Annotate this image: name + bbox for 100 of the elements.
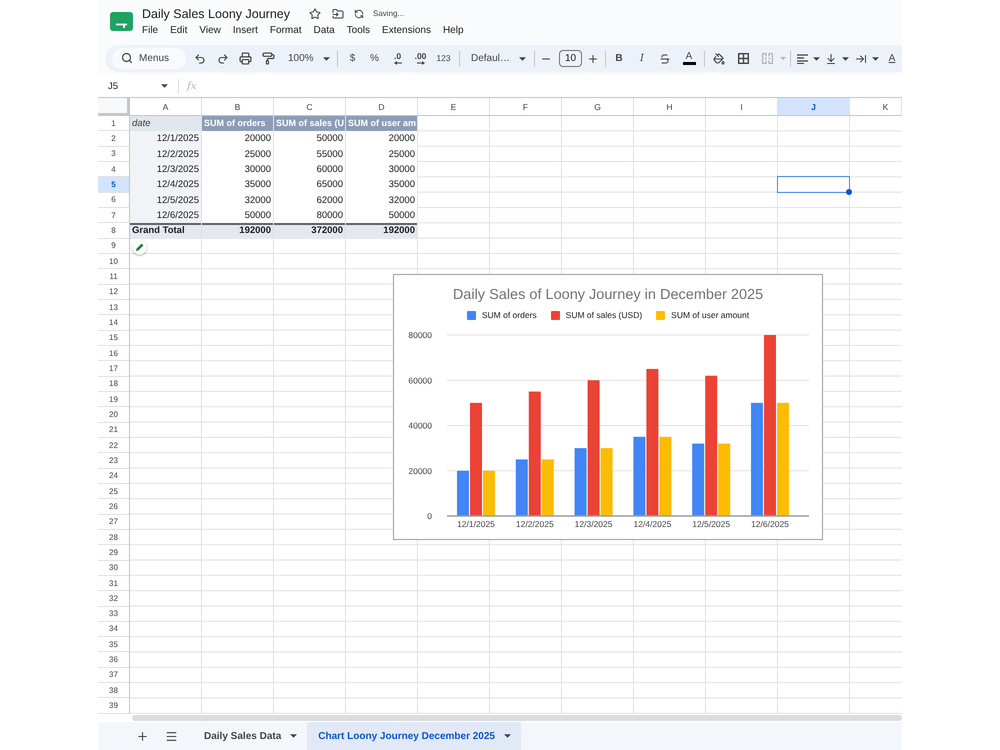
- caret-icon: [504, 734, 511, 738]
- caret-icon: [322, 56, 330, 60]
- row-header[interactable]: 18: [98, 376, 129, 392]
- menu-item[interactable]: Insert: [232, 25, 258, 36]
- caret-icon: [161, 84, 168, 88]
- menu-item[interactable]: View: [199, 25, 221, 36]
- paint-roller-icon[interactable]: [262, 52, 275, 65]
- menu-item[interactable]: Data: [314, 25, 335, 36]
- function-label: fx: [187, 80, 196, 92]
- table-header-cell: SUM of sales (U: [274, 116, 345, 132]
- x-axis-label: 12/3/2025: [574, 519, 613, 529]
- font-dropdown[interactable]: Defaul…: [463, 48, 528, 70]
- increase-decimal-button[interactable]: .00: [409, 48, 432, 70]
- printer-icon[interactable]: [239, 52, 252, 65]
- row-header[interactable]: 5: [98, 177, 129, 193]
- folder-icon[interactable]: [332, 8, 344, 20]
- table-header-cell: SUM of user am: [346, 116, 417, 132]
- table-cell: 20000: [202, 131, 273, 147]
- row-header[interactable]: 15: [98, 330, 129, 346]
- more-formats-button[interactable]: 123: [432, 48, 455, 70]
- column-header[interactable]: J: [778, 98, 850, 115]
- strikethrough-icon[interactable]: [659, 52, 671, 64]
- row-header[interactable]: 33: [98, 606, 129, 622]
- percent-format-button[interactable]: %: [363, 48, 386, 70]
- row-field-cell: date: [130, 116, 201, 132]
- row-header[interactable]: 21: [98, 422, 129, 438]
- redo-icon[interactable]: [216, 52, 228, 64]
- currency-format-button[interactable]: $: [342, 48, 363, 70]
- menu-item[interactable]: Help: [442, 25, 464, 36]
- y-axis-label: 80000: [408, 330, 432, 340]
- y-axis-label: 20000: [408, 466, 432, 476]
- caret-icon: [518, 56, 526, 60]
- table-cell: 25000: [202, 146, 273, 162]
- text-rotation-button[interactable]: A: [878, 48, 902, 70]
- total-cell: 192000: [202, 223, 273, 239]
- y-axis-label: 40000: [408, 420, 432, 430]
- table-cell: 20000: [346, 131, 417, 147]
- arrow-down-to-line-icon[interactable]: [825, 52, 837, 64]
- row-header[interactable]: 9: [98, 238, 129, 254]
- table-cell: 12/4/2025: [130, 177, 201, 193]
- add-icon[interactable]: [136, 730, 148, 742]
- chart-panel[interactable]: Daily Sales of Loony Journey in December 2025 SUM of orders SUM of sales (USD) SUM of user amount 0 20000 40000 60000 80000 12/1/2025 12/2/2025 12/3/2025 12/4/2025 12/5/2025 12/6/2025: [393, 274, 823, 540]
- row-header[interactable]: 3: [98, 146, 129, 162]
- legend-label: SUM of sales (USD): [566, 310, 642, 320]
- table-cell: 55000: [274, 146, 345, 162]
- y-axis-label: 60000: [408, 375, 432, 386]
- menu-search-field[interactable]: Menus: [112, 48, 186, 69]
- x-axis-label: 12/5/2025: [692, 519, 730, 529]
- spreadsheet-logo-icon[interactable]: [110, 12, 133, 31]
- table-cell: 65000: [274, 177, 345, 193]
- decrease-decimal-button[interactable]: .0: [386, 48, 409, 70]
- total-cell: Grand Total: [130, 223, 201, 239]
- table-cell: 12/2/2025: [130, 146, 201, 162]
- left-aligned-lines-icon[interactable]: [796, 54, 808, 64]
- sheet-tab[interactable]: Chart Loony Journey December 2025: [307, 722, 521, 750]
- table-header-cell: SUM of orders: [202, 116, 273, 132]
- left-arrow-icon: [394, 61, 402, 66]
- name-box-field[interactable]: J5: [104, 77, 174, 95]
- table-cell: 25000: [346, 146, 417, 162]
- table-cell: 32000: [202, 192, 273, 208]
- total-cell: 192000: [346, 223, 417, 239]
- italic-button[interactable]: I: [631, 48, 653, 70]
- caret-icon: [842, 56, 848, 60]
- row-header[interactable]: 6: [98, 192, 129, 208]
- document-title[interactable]: Daily Sales Loony Journey: [142, 6, 290, 20]
- star-icon[interactable]: [309, 8, 321, 20]
- font-size-field[interactable]: 10: [559, 50, 582, 67]
- table-cell: 35000: [346, 177, 417, 193]
- total-cell: 372000: [274, 223, 345, 239]
- table-cell: 35000: [202, 177, 273, 193]
- zoom-dropdown[interactable]: 100%: [280, 48, 332, 70]
- bold-button[interactable]: B: [607, 48, 631, 70]
- table-cell: 12/3/2025: [130, 162, 201, 178]
- text-color-button[interactable]: A: [677, 48, 701, 70]
- row-header[interactable]: 27: [98, 514, 129, 530]
- undo-icon[interactable]: [194, 52, 206, 64]
- row-header[interactable]: 24: [98, 468, 129, 484]
- right-arrow-icon: [416, 61, 424, 66]
- menu-item[interactable]: Extensions: [382, 25, 431, 36]
- table-cell: 12/1/2025: [130, 131, 201, 147]
- row-header[interactable]: 12: [98, 284, 129, 300]
- paint-bucket-icon[interactable]: [713, 52, 725, 64]
- menu-item[interactable]: File: [142, 25, 158, 36]
- menu-icon[interactable]: [164, 730, 178, 742]
- selected-cell[interactable]: [777, 176, 850, 193]
- search-icon: [121, 52, 133, 64]
- table-cell: 12/6/2025: [130, 208, 201, 224]
- arrow-right-to-line-icon[interactable]: [855, 52, 867, 64]
- fill-handle[interactable]: [846, 188, 852, 195]
- horizontal-scrollbar[interactable]: [132, 715, 902, 721]
- row-header[interactable]: 30: [98, 560, 129, 576]
- menu-item[interactable]: Format: [270, 25, 302, 36]
- menu-item[interactable]: Edit: [170, 25, 188, 36]
- menu-item[interactable]: Tools: [346, 25, 370, 36]
- table-cell: 32000: [346, 192, 417, 208]
- x-axis-label: 12/4/2025: [633, 519, 672, 529]
- grid-icon[interactable]: [738, 53, 748, 64]
- plus-icon[interactable]: [587, 52, 599, 64]
- color-bar-icon: [682, 62, 696, 65]
- sheet-tab[interactable]: Daily Sales Data: [193, 722, 308, 750]
